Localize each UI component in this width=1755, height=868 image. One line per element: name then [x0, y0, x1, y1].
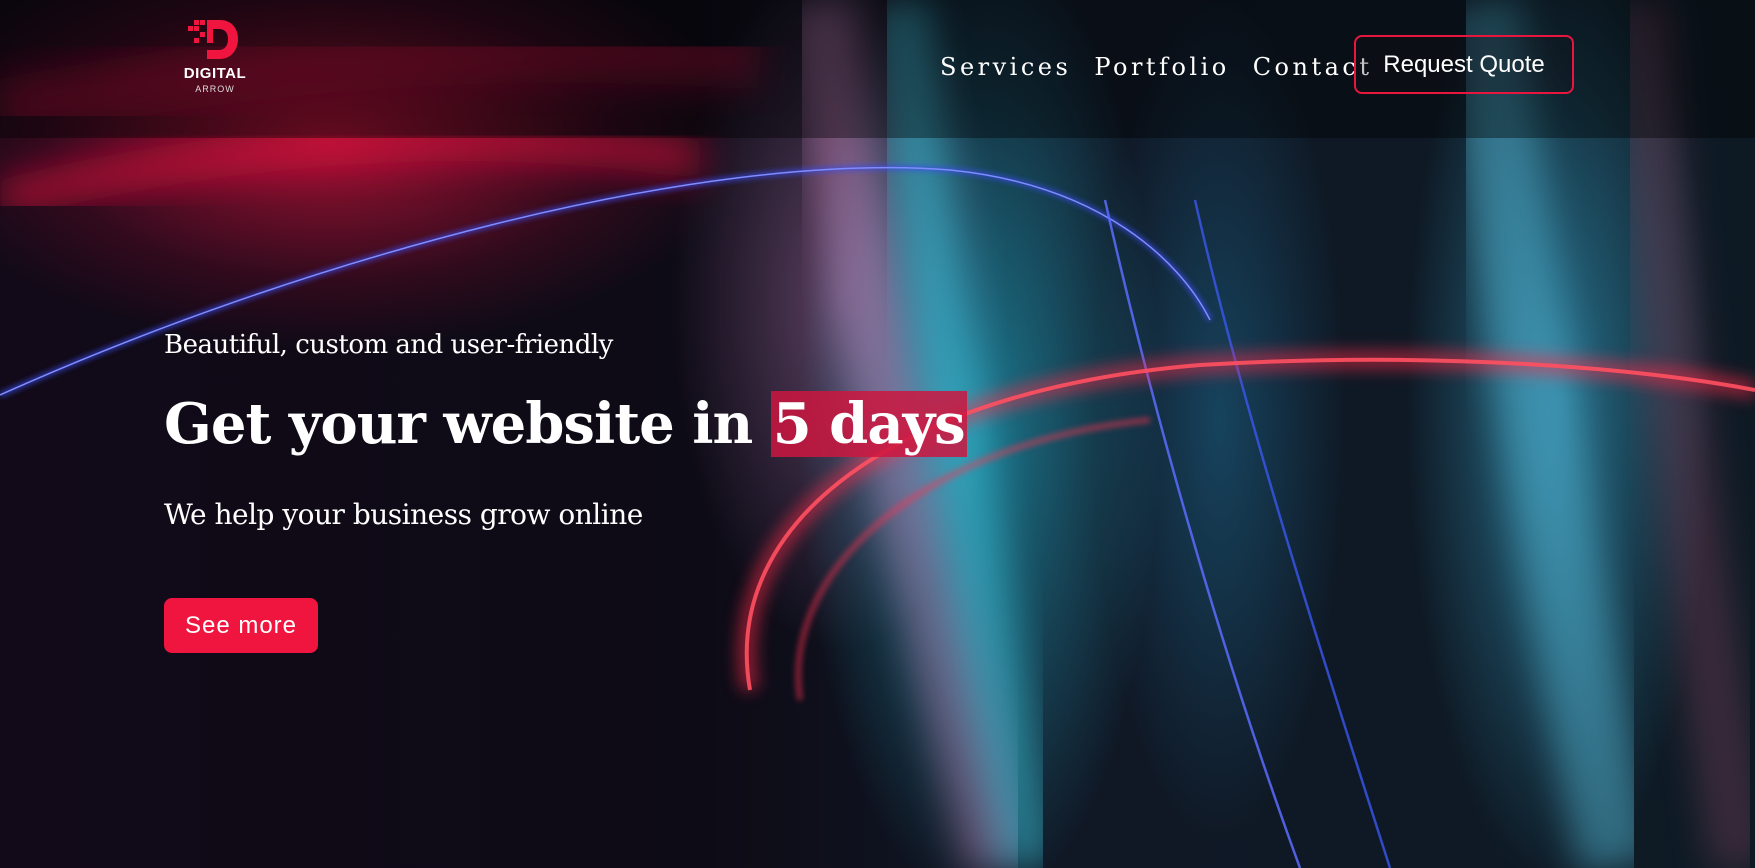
headline-prefix: Get your website in [164, 391, 771, 457]
nav-link-portfolio[interactable]: Portfolio [1094, 50, 1229, 84]
hero-tagline: Beautiful, custom and user-friendly [164, 330, 613, 360]
hero-subheading: We help your business grow online [164, 498, 643, 531]
headline-highlight: 5 days [770, 391, 967, 457]
digital-arrow-logo-icon [188, 20, 238, 59]
nav-link-services[interactable]: Services [940, 50, 1071, 84]
brand-logo[interactable]: DIGITAL ARROW [170, 17, 260, 107]
brand-name: DIGITAL [183, 65, 247, 82]
brand-subname: ARROW [195, 84, 235, 94]
see-more-button[interactable]: See more [164, 598, 318, 653]
request-quote-button[interactable]: Request Quote [1354, 35, 1574, 94]
main-nav: Services Portfolio Contact [940, 50, 1396, 84]
hero-headline: Get your website in 5 days [164, 376, 967, 472]
